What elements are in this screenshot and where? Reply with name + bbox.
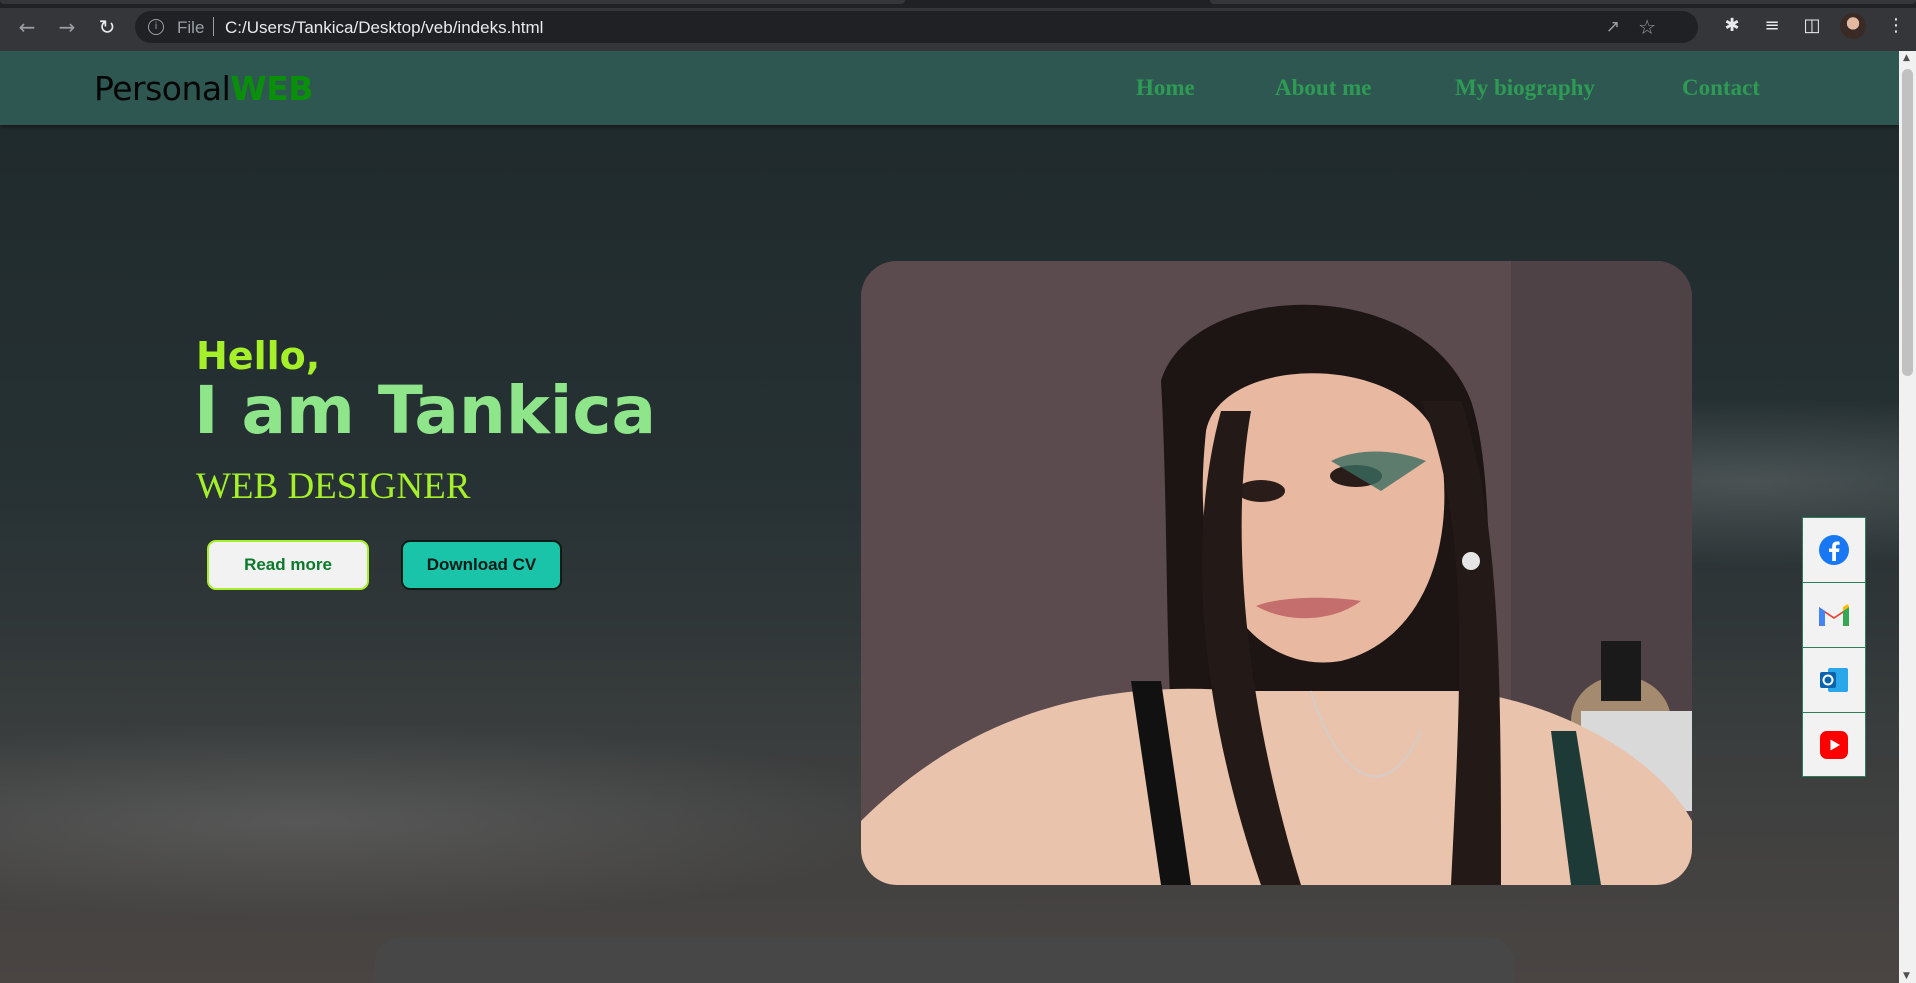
url-scheme-label: File bbox=[177, 18, 205, 37]
info-icon[interactable]: i bbox=[148, 19, 164, 35]
url-text[interactable]: C:/Users/Tankica/Desktop/veb/indeks.html bbox=[225, 18, 543, 38]
logo-part-web: WEB bbox=[230, 69, 313, 108]
address-bar[interactable]: i File C:/Users/Tankica/Desktop/veb/inde… bbox=[135, 11, 1698, 43]
profile-avatar[interactable] bbox=[1840, 13, 1866, 39]
share-icon[interactable]: ↗ bbox=[1606, 17, 1620, 37]
divider bbox=[213, 17, 214, 36]
nav-home[interactable]: Home bbox=[1136, 75, 1195, 101]
gmail-icon[interactable] bbox=[1803, 583, 1865, 648]
nav-contact[interactable]: Contact bbox=[1682, 75, 1760, 101]
forward-icon[interactable]: → bbox=[54, 14, 80, 40]
reading-list-icon[interactable]: ≡ bbox=[1760, 14, 1784, 38]
extensions-icon[interactable]: ✱ bbox=[1720, 14, 1744, 38]
side-panel-icon[interactable]: ◫ bbox=[1800, 14, 1824, 38]
nav-my-biography[interactable]: My biography bbox=[1455, 75, 1595, 101]
star-icon[interactable]: ☆ bbox=[1638, 15, 1656, 39]
scrollbar-thumb[interactable] bbox=[1902, 69, 1913, 376]
tab-strip bbox=[0, 0, 1916, 8]
browser-toolbar: ← → ↻ i File C:/Users/Tankica/Desktop/ve… bbox=[0, 0, 1916, 51]
logo-part-personal: Personal bbox=[94, 69, 231, 108]
download-cv-button[interactable]: Download CV bbox=[401, 540, 562, 590]
scroll-up-icon[interactable]: ▲ bbox=[1903, 53, 1910, 63]
back-icon[interactable]: ← bbox=[14, 14, 40, 40]
outlook-icon[interactable] bbox=[1803, 648, 1865, 713]
read-more-button[interactable]: Read more bbox=[207, 540, 369, 590]
reload-icon[interactable]: ↻ bbox=[94, 14, 120, 40]
content-panel bbox=[375, 937, 1514, 983]
menu-icon[interactable]: ⋮ bbox=[1884, 14, 1908, 38]
hero-role: WEB DESIGNER bbox=[196, 466, 471, 507]
youtube-icon[interactable] bbox=[1803, 713, 1865, 777]
site-logo[interactable]: PersonalWEB bbox=[94, 69, 313, 108]
facebook-icon[interactable] bbox=[1803, 518, 1865, 583]
social-sidebar bbox=[1802, 517, 1866, 777]
profile-photo bbox=[861, 261, 1692, 885]
page-viewport: PersonalWEB Home About me My biography C… bbox=[0, 51, 1899, 983]
site-header: PersonalWEB Home About me My biography C… bbox=[0, 51, 1899, 125]
scroll-down-icon[interactable]: ▼ bbox=[1903, 971, 1910, 981]
nav-about-me[interactable]: About me bbox=[1275, 75, 1371, 101]
page-scrollbar[interactable]: ▲ ▼ bbox=[1899, 51, 1916, 983]
hero-name: I am Tankica bbox=[194, 372, 657, 449]
